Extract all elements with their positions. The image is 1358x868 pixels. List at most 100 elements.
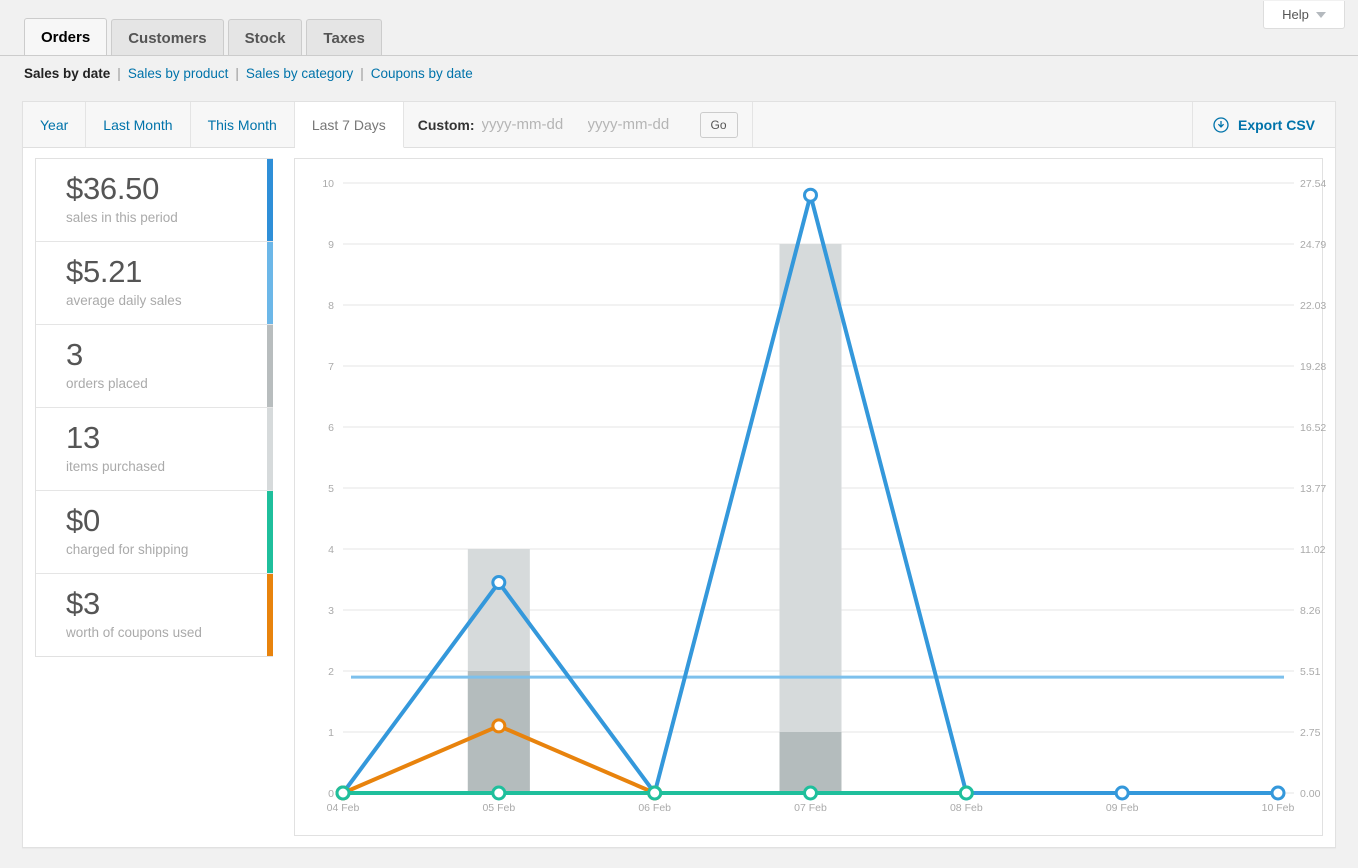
subnav-item-sales-by-category[interactable]: Sales by category — [246, 66, 353, 81]
right-axis-tick: 0.00 — [1300, 788, 1321, 800]
left-axis-tick: 4 — [328, 544, 334, 556]
chart-point[interactable] — [493, 577, 505, 589]
x-axis-tick: 08 Feb — [950, 802, 983, 814]
chart-point[interactable] — [1116, 787, 1128, 799]
left-axis-tick: 2 — [328, 666, 334, 678]
right-axis-tick: 8.26 — [1300, 605, 1321, 617]
stat-amount: $3 — [66, 587, 272, 620]
sales-chart-card: 00.0012.7525.5138.26411.02513.77616.5271… — [294, 158, 1323, 836]
go-button[interactable]: Go — [700, 112, 738, 138]
left-axis-tick: 7 — [328, 361, 334, 373]
subnav-separator-3: | — [353, 66, 371, 81]
period-this-month[interactable]: This Month — [191, 102, 295, 147]
custom-date-from-input[interactable] — [482, 116, 588, 133]
stat-coupons-used[interactable]: $3 worth of coupons used — [36, 574, 272, 657]
stat-accent-bar — [267, 491, 273, 573]
stat-sales-in-period[interactable]: $36.50 sales in this period — [36, 159, 272, 242]
subnav-item-coupons-by-date[interactable]: Coupons by date — [371, 66, 473, 81]
right-axis-tick: 24.79 — [1300, 239, 1326, 251]
chart-point[interactable] — [337, 787, 349, 799]
x-axis-tick: 10 Feb — [1262, 802, 1295, 814]
filterbar-spacer — [753, 102, 1193, 147]
tabs-underline — [0, 55, 1358, 56]
chart-point[interactable] — [493, 787, 505, 799]
left-axis-tick: 8 — [328, 300, 334, 312]
x-axis-tick: 09 Feb — [1106, 802, 1139, 814]
stat-accent-bar — [267, 159, 273, 241]
stat-accent-bar — [267, 408, 273, 490]
stat-label: average daily sales — [66, 293, 272, 308]
help-label: Help — [1282, 7, 1309, 22]
right-axis-tick: 16.52 — [1300, 422, 1326, 434]
summary-stats-list: $36.50 sales in this period $5.21 averag… — [35, 158, 273, 657]
tab-orders-label: Orders — [41, 29, 90, 46]
subnav-item-sales-by-date[interactable]: Sales by date — [24, 66, 110, 81]
export-csv-label: Export CSV — [1238, 117, 1315, 133]
tab-stock-label: Stock — [245, 30, 286, 47]
x-axis-tick: 04 Feb — [327, 802, 360, 814]
custom-range-label: Custom: — [418, 117, 475, 133]
stat-accent-bar — [267, 574, 273, 656]
subnav-item-sales-by-product[interactable]: Sales by product — [128, 66, 229, 81]
right-axis-tick: 11.02 — [1300, 544, 1326, 556]
chart-point[interactable] — [805, 189, 817, 201]
tab-customers-label: Customers — [128, 30, 206, 47]
period-last-month-label: Last Month — [103, 117, 172, 133]
stat-charged-for-shipping[interactable]: $0 charged for shipping — [36, 491, 272, 574]
chevron-down-icon — [1316, 12, 1326, 18]
chart-point[interactable] — [805, 787, 817, 799]
left-axis-tick: 5 — [328, 483, 334, 495]
export-csv-button[interactable]: Export CSV — [1193, 102, 1335, 147]
right-axis-tick: 22.03 — [1300, 300, 1326, 312]
right-axis-tick: 27.54 — [1300, 178, 1326, 190]
tab-taxes-label: Taxes — [323, 30, 364, 47]
period-last-month[interactable]: Last Month — [86, 102, 190, 147]
chart-point[interactable] — [649, 787, 661, 799]
period-year[interactable]: Year — [23, 102, 86, 147]
stat-orders-placed[interactable]: 3 orders placed — [36, 325, 272, 408]
left-axis-tick: 9 — [328, 239, 334, 251]
period-year-label: Year — [40, 117, 68, 133]
right-axis-tick: 19.28 — [1300, 361, 1326, 373]
stat-amount: $0 — [66, 504, 272, 537]
subnav-separator-2: | — [228, 66, 246, 81]
stat-amount: 3 — [66, 338, 272, 371]
stat-label: sales in this period — [66, 210, 272, 225]
chart-point[interactable] — [1272, 787, 1284, 799]
tab-taxes[interactable]: Taxes — [306, 19, 381, 56]
stat-items-purchased[interactable]: 13 items purchased — [36, 408, 272, 491]
period-last-7-days[interactable]: Last 7 Days — [295, 102, 404, 148]
stat-accent-bar — [267, 242, 273, 324]
subnav-separator-1: | — [110, 66, 128, 81]
left-axis-tick: 3 — [328, 605, 334, 617]
tab-orders[interactable]: Orders — [24, 18, 107, 56]
sales-by-date-chart[interactable]: 00.0012.7525.5138.26411.02513.77616.5271… — [295, 159, 1346, 835]
chart-point[interactable] — [960, 787, 972, 799]
period-last-7-days-label: Last 7 Days — [312, 117, 386, 133]
left-axis-tick: 10 — [322, 178, 334, 190]
left-axis-tick: 0 — [328, 788, 334, 800]
date-range-filter-bar: Year Last Month This Month Last 7 Days C… — [23, 102, 1335, 148]
custom-date-to-input[interactable] — [588, 116, 694, 133]
stat-average-daily-sales[interactable]: $5.21 average daily sales — [36, 242, 272, 325]
left-axis-tick: 1 — [328, 727, 334, 739]
tab-stock[interactable]: Stock — [228, 19, 303, 56]
chart-point[interactable] — [493, 720, 505, 732]
stat-label: charged for shipping — [66, 542, 272, 557]
help-button[interactable]: Help — [1263, 1, 1345, 29]
tab-customers[interactable]: Customers — [111, 19, 223, 56]
custom-range-group: Custom: Go — [404, 102, 753, 147]
report-subnav: Sales by date | Sales by product | Sales… — [24, 66, 473, 81]
period-this-month-label: This Month — [208, 117, 277, 133]
chart-bar — [780, 732, 842, 793]
x-axis-tick: 06 Feb — [638, 802, 671, 814]
report-body: $36.50 sales in this period $5.21 averag… — [23, 148, 1335, 848]
left-axis-tick: 6 — [328, 422, 334, 434]
right-axis-tick: 13.77 — [1300, 483, 1326, 495]
chart-bar — [780, 244, 842, 793]
stat-amount: 13 — [66, 421, 272, 454]
stat-label: items purchased — [66, 459, 272, 474]
stat-label: worth of coupons used — [66, 625, 272, 640]
reports-page: Help Orders Customers Stock Taxes Sales … — [0, 0, 1358, 868]
report-panel: Year Last Month This Month Last 7 Days C… — [22, 101, 1336, 848]
